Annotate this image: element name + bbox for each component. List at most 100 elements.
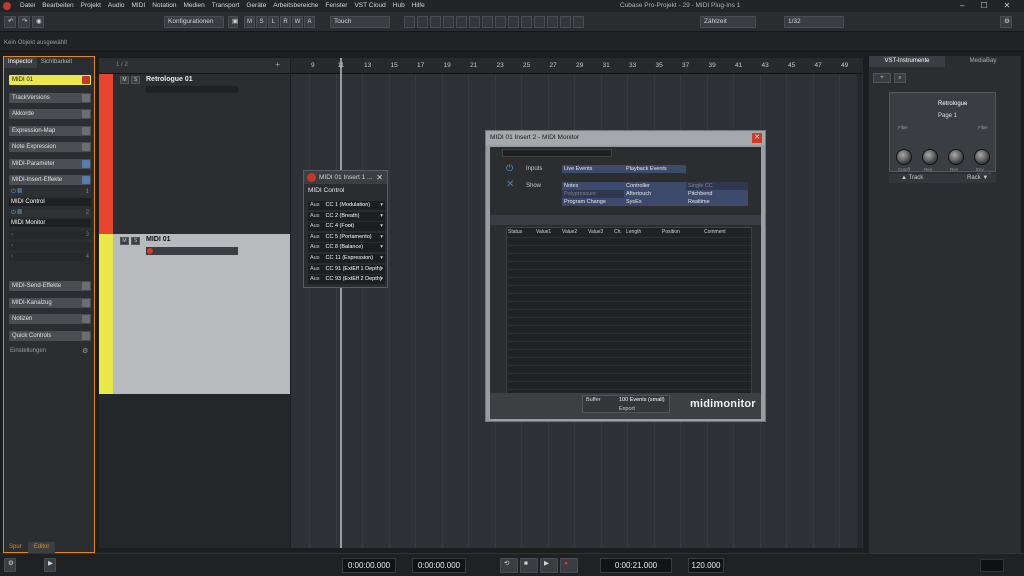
show-filter[interactable]: Controller [624,182,686,190]
settings-icon[interactable]: ⚙ [4,558,16,572]
play-icon[interactable]: ▶ [44,558,56,572]
buffer-box[interactable]: Buffer 100 Events (small) Export [582,395,670,413]
menu-item[interactable]: Bearbeiten [42,2,73,9]
menu-item[interactable]: Medien [183,2,204,9]
tool-icon[interactable] [560,16,571,28]
section-toggle-icon[interactable] [82,315,90,323]
record-enable-icon[interactable] [147,248,153,254]
mute-button[interactable]: M [120,76,129,84]
menu-item[interactable]: Notation [152,2,176,9]
cc-label[interactable]: CC 11 (Expression) [325,255,373,261]
mode-button[interactable]: L [268,16,279,28]
tab-inspector[interactable]: Inspector [4,57,37,68]
cc-state[interactable]: Aus [310,202,319,208]
dropdown-arrow-icon[interactable]: ▾ [380,275,383,284]
column-header[interactable]: Comment [704,229,726,235]
position-display[interactable]: 0:00:21.000 [600,558,672,573]
tool-icon[interactable] [404,16,415,28]
cc-label[interactable]: CC 1 (Modulation) [325,202,370,208]
section-midi-channel[interactable]: MIDI-Kanalzug [9,298,91,308]
show-filter[interactable]: Aftertouch [624,190,686,198]
input-playback-events[interactable]: Playback Events [624,165,686,173]
cc-row[interactable]: Aus CC 2 (Breath) ▾ [308,211,385,221]
redo-icon[interactable]: ↷ [18,16,30,28]
close-icon[interactable]: ✕ [752,133,762,143]
mute-button[interactable]: M [120,237,129,245]
menu-item[interactable]: Hub [393,2,405,9]
cc-label[interactable]: CC 91 (ExtEff 1 Depth) [325,266,381,272]
preset-selector[interactable] [502,149,612,157]
tab-track[interactable]: Spur [3,542,28,553]
dropdown-arrow-icon[interactable]: ▾ [380,254,383,263]
menu-item[interactable]: Transport [212,2,240,9]
right-locator-display[interactable]: 0:00:00.000 [412,558,466,573]
grid-type-dropdown[interactable]: Zählzeit [700,16,756,28]
dropdown-arrow-icon[interactable]: ▾ [380,243,383,252]
edit-instrument-icon[interactable] [82,76,90,84]
tool-icon[interactable] [430,16,441,28]
clear-icon[interactable]: ✕ [506,179,514,190]
column-header[interactable]: Length [626,229,641,235]
tab-editor[interactable]: Editor [27,542,56,553]
undo-icon[interactable]: ↶ [4,16,16,28]
power-icon[interactable]: ⏻ [506,163,513,174]
column-header[interactable]: Position [662,229,680,235]
section-chords[interactable]: Akkorde [9,109,91,119]
section-toggle-icon[interactable] [82,160,90,168]
section-toggle-icon[interactable] [82,332,90,340]
cc-label[interactable]: CC 8 (Balance) [325,244,363,250]
show-filter[interactable]: Program Change [562,198,624,206]
settings-icon[interactable]: ⚙ [1000,16,1012,28]
env-amount-knob[interactable] [974,149,990,165]
automation-mode-dropdown[interactable]: Touch [330,16,390,28]
cc-label[interactable]: CC 5 (Portamento) [325,234,371,240]
section-toggle-icon[interactable] [82,94,90,102]
menu-item[interactable]: Geräte [246,2,266,9]
add-instrument-icon[interactable]: + [873,73,891,83]
tool-icon[interactable] [547,16,558,28]
gear-icon[interactable]: ⚙ [82,347,88,355]
section-toggle-icon[interactable] [82,127,90,135]
tool-icon[interactable] [495,16,506,28]
midi-control-window[interactable]: MIDI 01 Insert 1 ... ✕ MIDI Control Aus C… [303,170,388,288]
dropdown-arrow-icon[interactable]: ▾ [380,233,383,242]
cc-state[interactable]: Aus [310,244,319,250]
menu-item[interactable]: Datei [20,2,35,9]
dropdown-arrow-icon[interactable]: ▾ [380,201,383,210]
insert-slot-2[interactable]: MIDI Monitor [9,219,91,227]
section-trackversions[interactable]: TrackVersions [9,93,91,103]
cc-row[interactable]: Aus CC 4 (Foot) ▾ [308,222,385,232]
vertical-scrollbar[interactable] [857,74,862,548]
section-toggle-icon[interactable] [82,143,90,151]
insert-slot-3-name[interactable]: › [9,242,91,250]
add-track-icon[interactable]: + [275,60,280,69]
track-link[interactable]: ▲ Track [901,174,923,183]
tool-icon[interactable] [508,16,519,28]
buffer-size[interactable]: 100 Events (small) [619,397,665,403]
insert-slot-2-controls[interactable]: ⏻ ▤ 2 [9,209,91,217]
tool-icon[interactable] [573,16,584,28]
resonance-knob[interactable] [922,149,938,165]
ruler[interactable]: 9111315171921232527293133353739414345474… [291,58,863,74]
playhead[interactable] [340,58,342,548]
insert-slot-1[interactable]: MIDI Control [9,198,91,206]
cc-state[interactable]: Aus [310,255,319,261]
camera-icon[interactable]: ▣ [228,16,238,28]
track-midi-01[interactable]: M S MIDI 01 [99,234,290,394]
section-toggle-icon[interactable] [82,176,90,184]
cc-state[interactable]: Aus [310,266,319,272]
dropdown-arrow-icon[interactable]: ▾ [380,212,383,221]
instrument-slot[interactable]: Retrologue Page 1 Filter Filter Cutoff Re… [889,92,996,177]
cutoff-knob[interactable] [896,149,912,165]
close-icon[interactable]: ✕ [1004,1,1011,10]
mode-button[interactable]: S [256,16,267,28]
mode-button[interactable]: A [304,16,315,28]
cc-row[interactable]: Aus CC 1 (Modulation) ▾ [308,201,385,210]
cc-row[interactable]: Aus CC 91 (ExtEff 1 Depth) ▾ [308,264,385,274]
menu-item[interactable]: Audio [108,2,125,9]
plugin-title-bar[interactable]: MIDI 01 Insert 2 - MIDI Monitor ✕ [486,131,765,145]
tab-mediabay[interactable]: MediaBay [945,56,1021,67]
midi-monitor-window[interactable]: MIDI 01 Insert 2 - MIDI Monitor ✕ ⏻ Inpu… [485,130,766,422]
minimize-icon[interactable]: – [960,1,964,10]
menu-item[interactable]: MIDI [132,2,146,9]
